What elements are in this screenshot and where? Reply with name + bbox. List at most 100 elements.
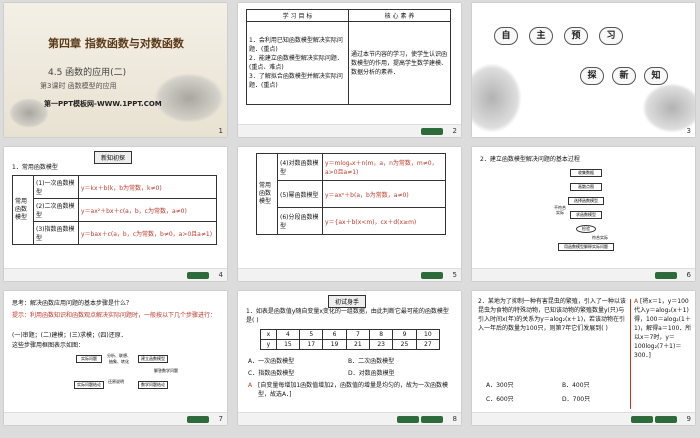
flow-box: 建立函数模型 [138, 355, 168, 363]
option-a: A．一次函数模型 [248, 358, 295, 365]
answer-explanation: [自变量每增加1函数值增加2，函数值的增量是均匀的，故为一次函数模型，故选A．] [258, 382, 448, 398]
flow-box: 用函数模型解释实际问题 [558, 243, 614, 251]
flow-box: 收集数据 [570, 169, 602, 177]
slide-thumbnail-7[interactable]: 思考：解决函数应用问题的基本步骤是什么？ 提示：利用函数知识和函数观点解决实际问… [4, 291, 227, 425]
footer-button[interactable] [655, 272, 677, 279]
flow-box: 选择函数模型 [568, 197, 604, 205]
question-text: 2．某地为了抑制一种有害昆虫的繁殖，引入了一种以该昆虫为食物的特殊动物，已知该动… [478, 298, 626, 332]
flow-box: 实际问题结论 [74, 381, 104, 389]
pill-char: 探 [580, 67, 604, 85]
ink-decoration [9, 98, 49, 128]
slide-thumbnail-8[interactable]: 初试身手 1．如表是函数值y随自变量x变化的一组数据，由此判断它最可能的函数模型… [238, 291, 461, 425]
footer-button[interactable] [187, 416, 209, 423]
question-text: 1．如表是函数值y随自变量x变化的一组数据，由此判断它最可能的函数模型是( ) [246, 308, 449, 324]
footer-button[interactable] [631, 416, 653, 423]
model-name: (4)对数函数模型 [277, 153, 323, 181]
slide-thumbnail-5[interactable]: 常用函数模型 (4)对数函数模型 y＝mlogₐx＋n(m，a，n为常数，m≠0… [238, 147, 461, 281]
footer-button[interactable] [187, 272, 209, 279]
option-a: A．300只 [486, 382, 514, 389]
slide-number: 7 [218, 415, 223, 423]
footer-button[interactable] [421, 272, 443, 279]
model-name: (5)幂函数模型 [277, 180, 323, 208]
slide-thumbnail-1[interactable]: 第四章 指数函数与对数函数 4.5 函数的应用(二) 第3课时 函数模型的应用 … [4, 3, 227, 137]
slide-number: 6 [686, 271, 691, 279]
flow-box: 实际问题 [76, 355, 102, 363]
pill-char: 主 [529, 27, 553, 45]
footer-button[interactable] [421, 416, 443, 423]
footer-button[interactable] [655, 416, 677, 423]
table-cell: 8 [369, 329, 394, 340]
pill-char: 新 [612, 67, 636, 85]
hint-content: 提示：利用函数知识和函数观点解决实际问题时，一般按以下几个步骤进行： [12, 312, 217, 319]
ink-decoration [472, 63, 522, 133]
function-models-table: 常用函数模型 (4)对数函数模型 y＝mlogₐx＋n(m，a，n为常数，m≠0… [256, 153, 446, 235]
slide-number: 5 [452, 271, 457, 279]
slide-number: 4 [218, 271, 223, 279]
footer-button[interactable] [421, 128, 443, 135]
model-formula: y＝mlogₐx＋n(m，a，n为常数，m≠0，a>0且a≠1) [322, 153, 446, 181]
table-cell: 27 [415, 339, 441, 350]
table-header: 核 心 素 养 [348, 9, 451, 22]
option-d: D．对数函数模型 [348, 370, 395, 377]
answer-box: A [将x＝1，y＝100代入y＝alog₂(x＋1)得，100＝alog₂(1… [634, 297, 692, 360]
section-heading: 2．建立函数模型解决问题的基本过程 [480, 156, 580, 163]
model-formula: y＝kx＋b(k，b为常数，k≠0) [78, 175, 217, 199]
pill-char: 预 [564, 27, 588, 45]
pill-char: 自 [494, 27, 518, 45]
table-cell: 6 [322, 329, 347, 340]
table-cell: 25 [392, 339, 417, 350]
section-heading: 1．常用函数模型 [12, 164, 58, 171]
table-cell: 10 [415, 329, 441, 340]
option-d: D．700只 [562, 396, 591, 403]
slide-thumbnail-9[interactable]: 2．某地为了抑制一种有害昆虫的繁殖，引入了一种以该昆虫为食物的特殊动物，已知该动… [472, 291, 695, 425]
slide-thumbnail-4[interactable]: 新知初探 1．常用函数模型 常用函数模型 (1)一次函数模型 y＝kx＋b(k，… [4, 147, 227, 281]
table-cell: 5 [299, 329, 324, 340]
answer-letter: A [248, 382, 253, 389]
hint-text: 提示：利用函数知识和函数观点解决实际问题时，一般按以下几个步骤进行： [12, 311, 217, 320]
pill-explore: 探 新 知 [580, 67, 680, 85]
goals-cell: 1．会利用已知函数模型解决实际问题．(重点) 2．能建立函数模型解决实际问题．(… [246, 21, 349, 105]
model-formula: y＝axⁿ＋b(a，b为常数，a≠0) [322, 180, 446, 208]
slide-number: 2 [452, 127, 457, 135]
answer-letter: A [634, 298, 639, 305]
table-header: 学 习 目 标 [246, 9, 349, 22]
data-table: x 4 5 6 7 8 9 10 y 15 17 19 21 23 25 27 [260, 329, 441, 350]
table-cell: 17 [299, 339, 324, 350]
slide-thumbnail-3[interactable]: 自 主 预 习 探 新 知 3 [472, 3, 695, 137]
pill-char: 习 [599, 27, 623, 45]
function-models-table: 常用函数模型 (1)一次函数模型 y＝kx＋b(k，b为常数，k≠0) (2)二… [12, 175, 217, 245]
slide-number: 1 [218, 127, 223, 135]
lesson-title: 第3课时 函数模型的应用 [40, 82, 117, 90]
model-name: (2)二次函数模型 [33, 198, 79, 222]
slide-thumbnail-2[interactable]: 学 习 目 标 核 心 素 养 1．会利用已知函数模型解决实际问题．(重点) 2… [238, 3, 461, 137]
table-cell: 19 [322, 339, 347, 350]
table-cell: y [260, 339, 277, 350]
slide-number: 3 [686, 127, 691, 135]
flow-label: 不符合实际 [554, 205, 566, 215]
side-label: 常用函数模型 [256, 153, 278, 235]
goal-item: 2．能建立函数模型解决实际问题．(重点、难点) [249, 55, 343, 71]
table-cell: 23 [369, 339, 394, 350]
flow-box: 还原说明 [106, 379, 126, 385]
model-formula: y＝bax＋c(a，b，c为常数，b≠0，a>0且a≠1) [78, 221, 217, 245]
pill-self-study: 自 主 预 习 [494, 27, 623, 45]
model-name: (6)分段函数模型 [277, 207, 323, 235]
slide-thumbnail-6[interactable]: 2．建立函数模型解决问题的基本过程 收集数据 画散点图 选择函数模型 求函数模型… [472, 147, 695, 281]
slide-number: 8 [452, 415, 457, 423]
flow-box: 求函数模型 [570, 211, 602, 219]
flow-box: 数学问题结论 [138, 381, 168, 389]
option-b: B．400只 [562, 382, 590, 389]
question-text: 思考：解决函数应用问题的基本步骤是什么？ [12, 300, 133, 307]
option-c: C．600只 [486, 396, 514, 403]
section-tag: 新知初探 [94, 151, 133, 164]
option-c: C．指数函数模型 [248, 370, 295, 377]
footer-button[interactable] [397, 416, 419, 423]
table-cell: 4 [275, 329, 301, 340]
chapter-title: 第四章 指数函数与对数函数 [48, 37, 184, 50]
flow-box: 画散点图 [570, 183, 602, 191]
table-cell: 21 [345, 339, 371, 350]
steps-text: (一)审题；(二)建模；(三)求模；(四)还原． [12, 332, 127, 339]
slide-number: 9 [686, 415, 691, 423]
flow-box: 解答数学问题 [154, 368, 178, 374]
section-title: 4.5 函数的应用(二) [48, 68, 127, 78]
